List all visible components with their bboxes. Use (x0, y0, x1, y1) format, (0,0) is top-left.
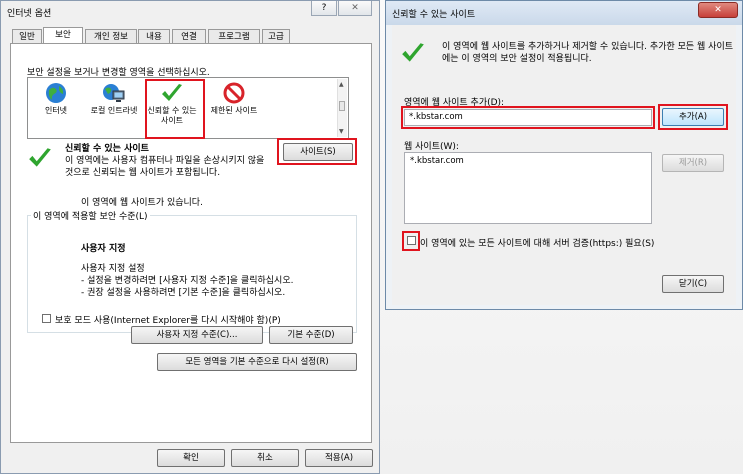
selected-zone-description: 이 영역에는 사용자 컴퓨터나 파일을 손상시키지 않을 것으로 신뢰되는 웹 … (65, 156, 265, 178)
restricted-icon (223, 82, 245, 104)
remove-button[interactable]: 제거(R) (662, 154, 724, 172)
info-check-icon (402, 43, 424, 62)
custom-line-3: - 권장 설정을 사용하려면 [기본 수준]을 클릭하십시오. (81, 288, 286, 298)
tab-security[interactable]: 보안 (43, 27, 83, 44)
close-icon: ✕ (351, 3, 359, 13)
sites-present-text: 이 영역에 웹 사이트가 있습니다. (81, 198, 203, 208)
trusted-window-title: 신뢰할 수 있는 사이트 (392, 10, 476, 20)
selected-zone-title: 신뢰할 수 있는 사이트 (65, 144, 149, 154)
default-level-button[interactable]: 기본 수준(D) (269, 326, 353, 344)
scroll-up-icon: ▲ (339, 81, 344, 88)
sites-button-highlight (277, 138, 357, 165)
close-icon: ✕ (714, 5, 722, 15)
tab-content[interactable]: 내용 (138, 29, 170, 43)
trusted-title-bar: 신뢰할 수 있는 사이트 ✕ (386, 1, 742, 25)
apply-button[interactable]: 적용(A) (305, 449, 373, 467)
tab-programs[interactable]: 프로그램 (208, 29, 260, 43)
cancel-button[interactable]: 취소 (231, 449, 299, 467)
require-https-label: 이 영역에 있는 모든 사이트에 대해 서버 검증(https:) 필요(S) (420, 239, 655, 249)
internet-options-dialog: 인터넷 옵션 ? ✕ 일반 보안 개인 정보 내용 연결 프로그램 고급 보안 … (0, 0, 380, 474)
reset-all-zones-button[interactable]: 모든 영역을 기본 수준으로 다시 설정(R) (157, 353, 357, 371)
close-button[interactable]: ✕ (338, 1, 372, 16)
security-level-group-label: 이 영역에 적용할 보안 수준(L) (31, 209, 150, 222)
websites-label: 웹 사이트(W): (404, 142, 459, 152)
zone-restricted-sites[interactable]: 제한된 사이트 (208, 82, 260, 116)
websites-list[interactable]: *.kbstar.com (404, 152, 652, 224)
window-title: 인터넷 옵션 (7, 9, 52, 19)
trusted-zone-highlight (145, 79, 205, 139)
zone-internet[interactable]: 인터넷 (30, 82, 82, 116)
help-icon: ? (321, 3, 327, 13)
list-item[interactable]: *.kbstar.com (410, 156, 646, 166)
add-site-input-highlight (401, 106, 655, 129)
zone-local-intranet[interactable]: 로컬 인트라넷 (88, 82, 140, 116)
tab-privacy[interactable]: 개인 정보 (85, 29, 137, 43)
trusted-sites-dialog: 신뢰할 수 있는 사이트 ✕ 이 영역에 웹 사이트를 추가하거나 제거할 수 … (385, 0, 743, 310)
trusted-info-text: 이 영역에 웹 사이트를 추가하거나 제거할 수 있습니다. 추가한 모든 웹 … (442, 42, 734, 64)
tab-connections[interactable]: 연결 (172, 29, 206, 43)
trusted-close-button[interactable]: ✕ (698, 2, 738, 18)
custom-level-title: 사용자 지정 (81, 244, 126, 254)
add-button-highlight (658, 104, 728, 130)
title-bar: 인터넷 옵션 ? ✕ (1, 1, 379, 23)
ok-button[interactable]: 확인 (157, 449, 225, 467)
custom-level-button[interactable]: 사용자 지정 수준(C)... (131, 326, 263, 344)
help-button[interactable]: ? (311, 1, 337, 16)
protected-mode-checkbox[interactable] (42, 314, 51, 323)
close-dialog-button[interactable]: 닫기(C) (662, 275, 724, 293)
trusted-check-icon (29, 148, 51, 167)
tab-advanced[interactable]: 고급 (262, 29, 290, 43)
require-https-highlight (402, 231, 420, 251)
protected-mode-label: 보호 모드 사용(Internet Explorer를 다시 시작해야 함)(P… (55, 316, 281, 326)
tab-general[interactable]: 일반 (12, 29, 42, 43)
intranet-icon (103, 84, 125, 102)
zone-list-scrollbar[interactable]: ▲ ▼ (337, 79, 347, 137)
scroll-down-icon: ▼ (339, 128, 344, 135)
globe-icon (46, 83, 66, 103)
